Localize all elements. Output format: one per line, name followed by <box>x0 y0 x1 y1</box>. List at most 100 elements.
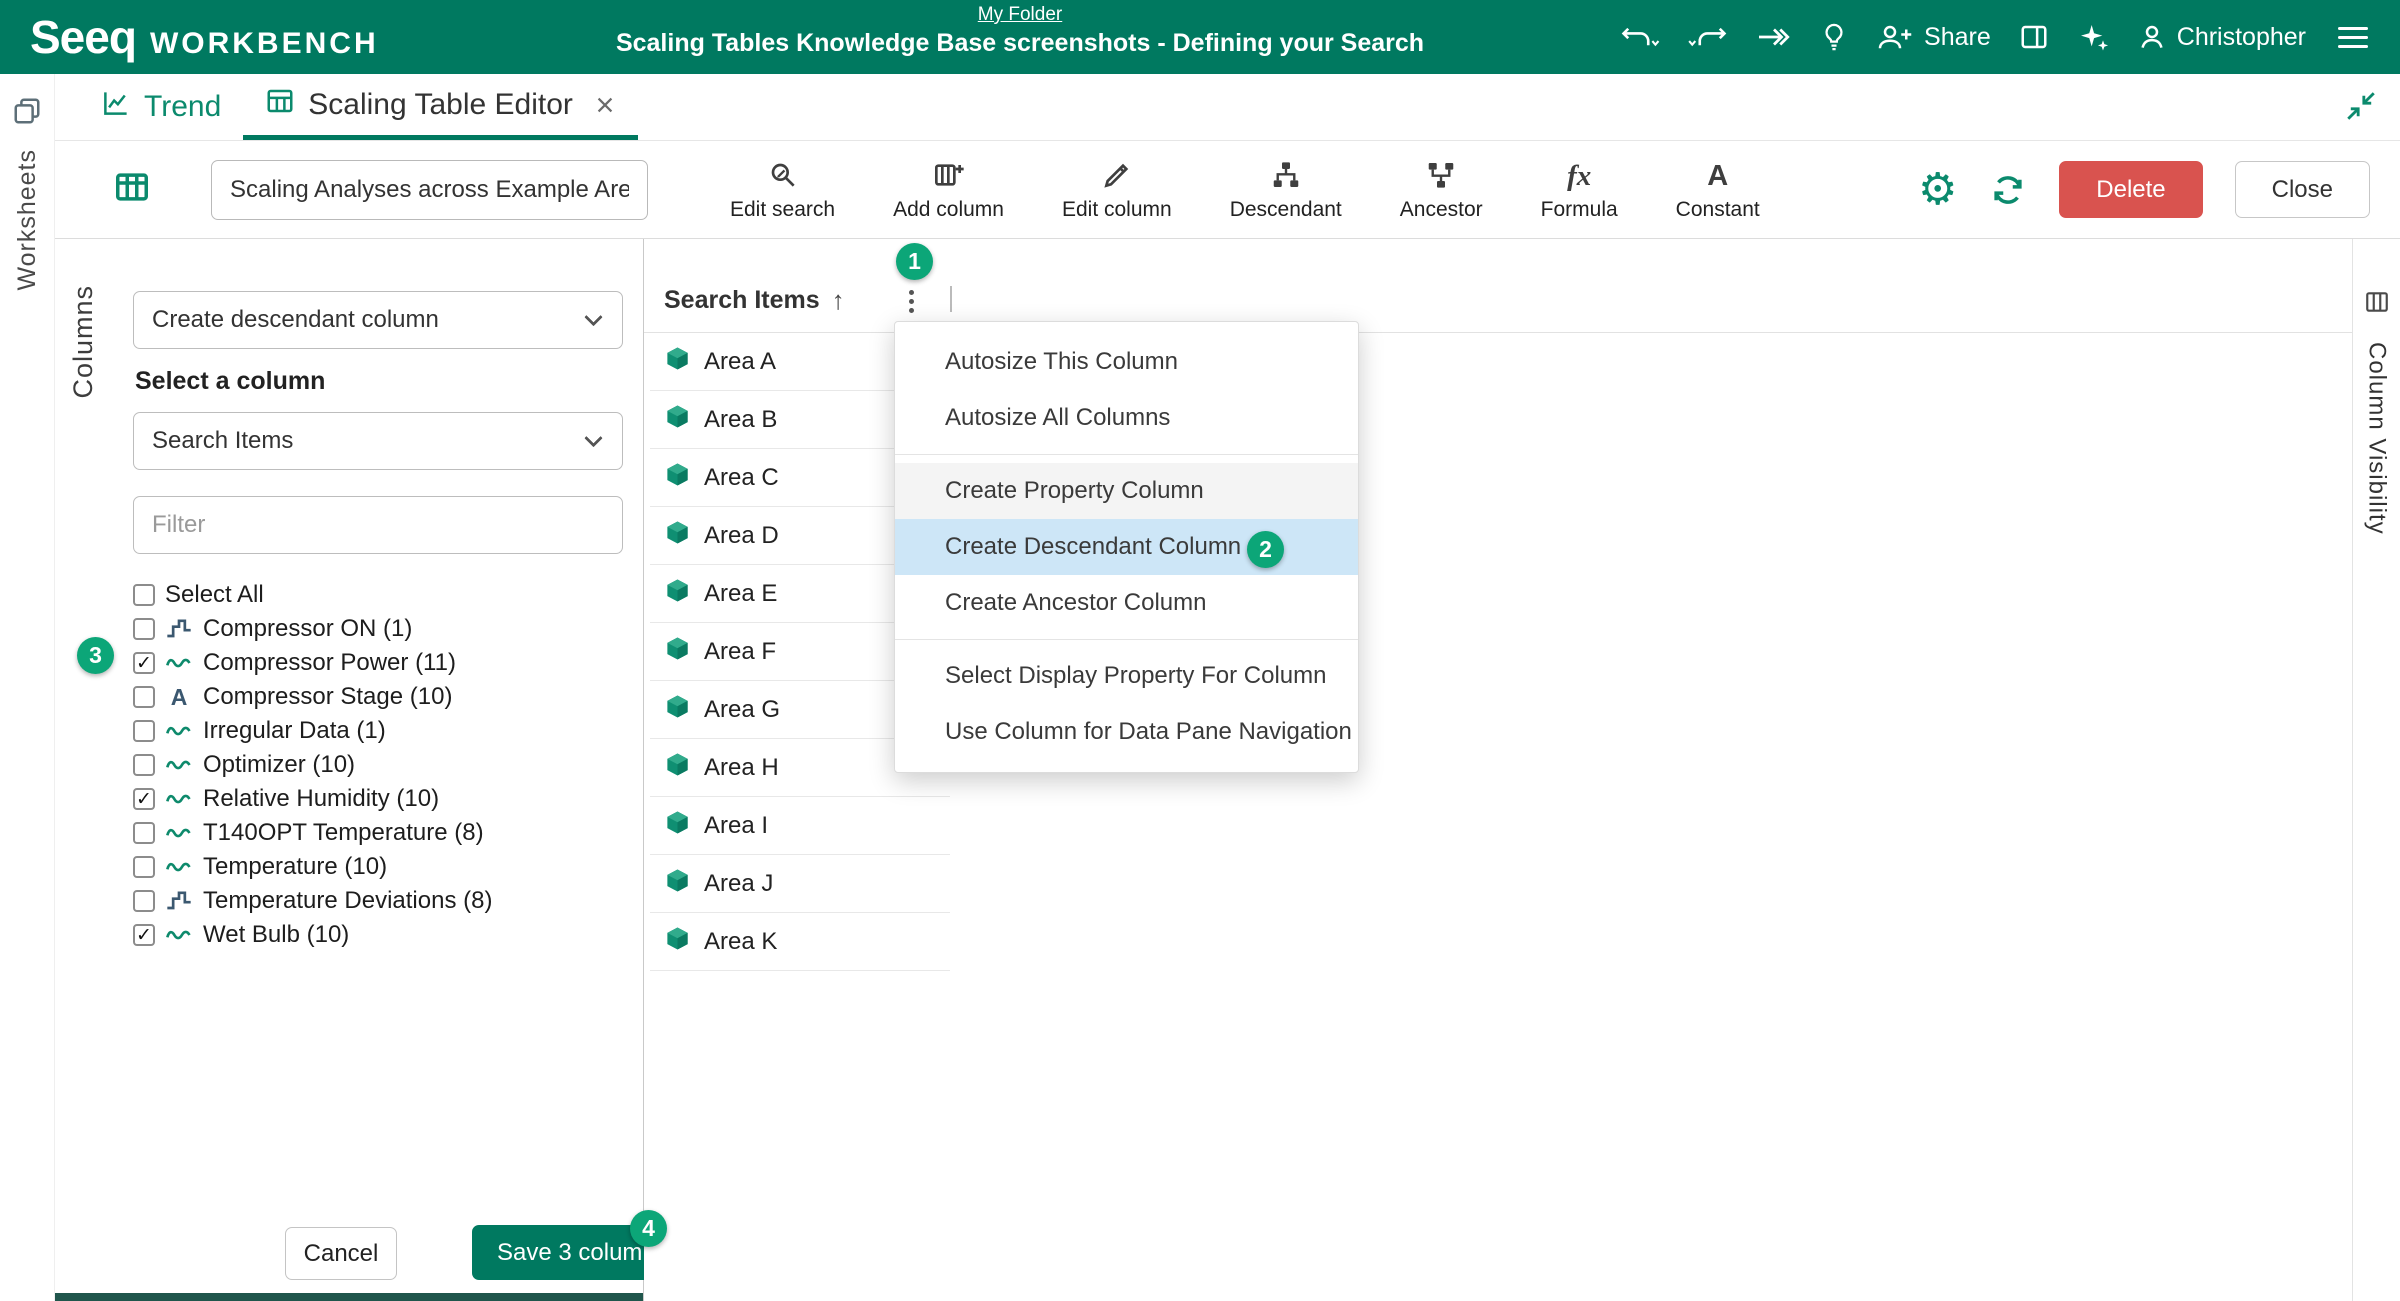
checkbox[interactable] <box>133 856 155 878</box>
signal-row-irregular-data[interactable]: Irregular Data (1) <box>133 714 623 748</box>
wave-signal-icon <box>165 921 193 949</box>
undo-icon[interactable] <box>1620 22 1660 52</box>
select-all-row[interactable]: Select All <box>133 578 623 612</box>
logo-workbench-text: WORKBENCH <box>150 27 379 61</box>
columns-rail[interactable]: Columns <box>55 239 105 1301</box>
hamburger-menu-icon[interactable] <box>2334 23 2372 52</box>
annotation-badge-3: 3 <box>77 637 114 674</box>
user-menu[interactable]: Christopher <box>2137 22 2306 52</box>
add-column-button[interactable]: Add column <box>877 153 1020 226</box>
wave-signal-icon <box>165 853 193 881</box>
menu-item-use-column-for-data-pane[interactable]: Use Column for Data Pane Navigation <box>895 704 1358 760</box>
checkbox-checked[interactable] <box>133 652 155 674</box>
constant-button[interactable]: A Constant <box>1660 153 1776 226</box>
wave-signal-icon <box>165 751 193 779</box>
tab-bar: Trend Scaling Table Editor <box>55 74 2400 141</box>
edit-search-button[interactable]: Edit search <box>714 153 851 226</box>
descendant-button[interactable]: Descendant <box>1214 153 1358 226</box>
worksheets-rail-label: Worksheets <box>13 149 42 291</box>
menu-item-create-property-column[interactable]: Create Property Column <box>895 463 1358 519</box>
checkbox-checked[interactable] <box>133 788 155 810</box>
column-header-search-items[interactable]: Search Items ↑ <box>664 285 845 316</box>
menu-divider <box>895 639 1358 640</box>
header-actions: Share Christopher <box>1620 21 2372 53</box>
annotation-badge-4: 4 <box>630 1210 667 1247</box>
breadcrumb-my-folder[interactable]: My Folder <box>978 4 1062 26</box>
signal-row-temperature[interactable]: Temperature (10) <box>133 850 623 884</box>
refresh-icon[interactable] <box>1989 171 2027 209</box>
collapse-view-icon[interactable] <box>2344 89 2378 128</box>
tab-trend[interactable]: Trend <box>79 74 243 140</box>
wave-signal-icon <box>165 649 193 677</box>
edit-column-button[interactable]: Edit column <box>1046 153 1188 226</box>
checkbox[interactable] <box>133 822 155 844</box>
menu-item-create-descendant-column[interactable]: Create Descendant Column <box>895 519 1358 575</box>
checkbox[interactable] <box>133 618 155 640</box>
asset-cube-icon <box>664 635 691 669</box>
chevron-down-icon <box>584 429 602 447</box>
asset-cube-icon <box>664 809 691 843</box>
signal-row-relative-humidity[interactable]: Relative Humidity (10) <box>133 782 623 816</box>
column-resize-handle[interactable] <box>950 286 952 312</box>
signal-row-optimizer[interactable]: Optimizer (10) <box>133 748 623 782</box>
table-row-area-i[interactable]: Area I <box>650 797 950 855</box>
signal-row-compressor-power[interactable]: Compressor Power (11) <box>133 646 623 680</box>
select-a-column-label: Select a column <box>135 367 621 396</box>
menu-item-select-display-property[interactable]: Select Display Property For Column <box>895 648 1358 704</box>
checkbox[interactable] <box>133 686 155 708</box>
column-visibility-icon <box>2364 289 2390 320</box>
share-label: Share <box>1924 23 1991 52</box>
redo-all-icon[interactable] <box>1756 22 1792 52</box>
settings-gear-icon[interactable]: ⚙ <box>1918 168 1957 212</box>
step-signal-icon <box>165 887 193 915</box>
tab-scaling-table-editor-label: Scaling Table Editor <box>308 88 573 122</box>
ancestor-button[interactable]: Ancestor <box>1384 153 1499 226</box>
checkbox[interactable] <box>133 890 155 912</box>
delete-button[interactable]: Delete <box>2059 161 2202 218</box>
close-button[interactable]: Close <box>2235 161 2370 218</box>
table-row-area-k[interactable]: Area K <box>650 913 950 971</box>
column-source-select[interactable]: Search Items <box>133 412 623 470</box>
cancel-button[interactable]: Cancel <box>285 1227 397 1280</box>
signal-row-compressor-stage[interactable]: A Compressor Stage (10) <box>133 680 623 714</box>
worksheets-rail[interactable]: Worksheets <box>0 74 55 1301</box>
panel-bottom-bar <box>55 1293 643 1301</box>
descendant-tree-icon <box>1270 157 1302 191</box>
search-input[interactable] <box>211 160 648 220</box>
column-type-value: Create descendant column <box>152 306 439 334</box>
columns-rail-label: Columns <box>68 285 99 399</box>
signal-row-wet-bulb[interactable]: Wet Bulb (10) <box>133 918 623 952</box>
filter-input[interactable] <box>133 496 623 554</box>
seeq-workbench-app: Seeq WORKBENCH My Folder Scaling Tables … <box>0 0 2400 1301</box>
knowledge-lightbulb-icon[interactable] <box>1820 22 1848 52</box>
column-type-select[interactable]: Create descendant column <box>133 291 623 349</box>
checkbox[interactable] <box>133 720 155 742</box>
table-row-area-j[interactable]: Area J <box>650 855 950 913</box>
asset-cube-icon <box>664 461 691 495</box>
close-tab-icon[interactable] <box>594 94 616 116</box>
signal-row-compressor-on[interactable]: Compressor ON (1) <box>133 612 623 646</box>
redo-icon[interactable] <box>1688 22 1728 52</box>
seeq-logo[interactable]: Seeq WORKBENCH <box>30 14 379 61</box>
asset-cube-icon <box>664 519 691 553</box>
user-icon <box>2137 22 2167 52</box>
asset-cube-icon <box>664 925 691 959</box>
checkbox[interactable] <box>133 754 155 776</box>
worksheet-panel-icon[interactable] <box>2019 22 2049 52</box>
signal-row-temperature-deviations[interactable]: Temperature Deviations (8) <box>133 884 623 918</box>
menu-item-autosize-all-columns[interactable]: Autosize All Columns <box>895 390 1358 446</box>
tab-scaling-table-editor[interactable]: Scaling Table Editor <box>243 74 638 140</box>
signal-row-t140opt-temperature[interactable]: T140OPT Temperature (8) <box>133 816 623 850</box>
ai-assistant-sparkle-icon[interactable] <box>2077 21 2109 53</box>
column-menu-kebab-icon[interactable] <box>904 285 919 318</box>
column-visibility-rail[interactable]: Column Visibility <box>2352 239 2400 1301</box>
formula-fx-icon: fx <box>1567 157 1591 191</box>
select-all-checkbox[interactable] <box>133 584 155 606</box>
annotation-badge-1: 1 <box>896 243 933 280</box>
formula-button[interactable]: fx Formula <box>1525 153 1634 226</box>
share-button[interactable]: Share <box>1876 22 1991 52</box>
checkbox-checked[interactable] <box>133 924 155 946</box>
menu-item-create-ancestor-column[interactable]: Create Ancestor Column <box>895 575 1358 631</box>
asset-cube-icon <box>664 693 691 727</box>
menu-item-autosize-this-column[interactable]: Autosize This Column <box>895 334 1358 390</box>
